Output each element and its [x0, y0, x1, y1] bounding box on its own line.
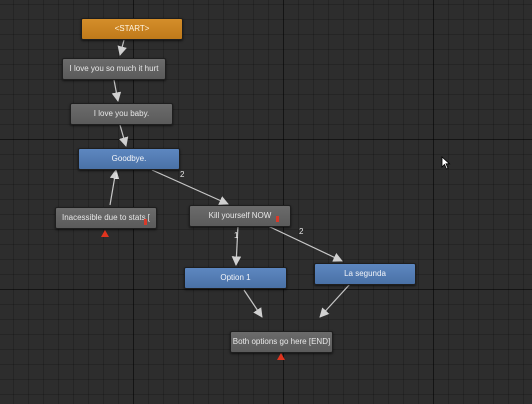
end-node[interactable]: Both options go here [END] [230, 331, 333, 353]
node-graph-canvas[interactable]: <START> I love you so much it hurt I lov… [0, 0, 532, 404]
edge-n3-to-n5 [151, 169, 229, 205]
missing-condition-marker [276, 216, 279, 222]
warning-triangle-icon [101, 230, 109, 237]
edge-n1-to-n2 [111, 79, 122, 102]
choice-node-la-segunda[interactable]: La segunda [314, 263, 416, 285]
edge-n2-to-n3 [119, 124, 129, 147]
edge-start-to-n1 [117, 39, 127, 56]
edge-label-goodbye-2: 2 [180, 170, 185, 179]
edge-label-kill-2: 2 [299, 227, 304, 236]
mouse-pointer-icon [441, 156, 451, 170]
missing-condition-marker [144, 219, 147, 225]
edge-label-goodbye-1: 1 [114, 172, 119, 181]
start-node[interactable]: <START> [81, 18, 183, 40]
dialogue-node-love-baby[interactable]: I love you baby. [70, 103, 173, 125]
dialogue-node-love-hurt[interactable]: I love you so much it hurt [62, 58, 166, 80]
edge-label-kill-1: 1 [234, 231, 239, 240]
choice-node-option-1[interactable]: Option 1 [184, 267, 287, 289]
edge-n6-to-end [243, 289, 263, 318]
warning-triangle-icon [277, 353, 285, 360]
dialogue-node-inacessible[interactable]: Inacessible due to stats [ [55, 207, 157, 229]
choice-node-goodbye[interactable]: Goodbye. [78, 148, 180, 170]
edge-n5-to-n7 [267, 225, 343, 262]
edge-n7-to-end [319, 283, 351, 318]
